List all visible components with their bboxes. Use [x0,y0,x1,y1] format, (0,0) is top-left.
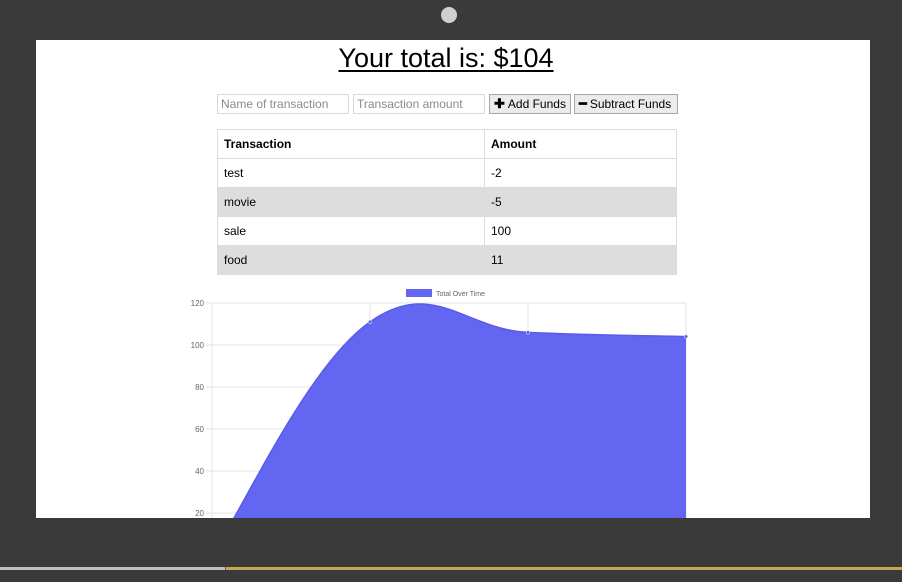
data-point [525,330,531,335]
column-header-transaction: Transaction [217,129,485,159]
table-row: test -2 [217,158,677,188]
progress-bar [0,567,902,570]
y-tick-label: 100 [191,341,205,350]
data-point [367,319,373,324]
column-header-amount: Amount [484,129,677,159]
transaction-name-cell: movie [217,187,485,217]
total-title: Your total is: $104 [338,43,554,73]
y-tick-label: 120 [191,299,205,308]
y-tick-label: 40 [195,467,204,476]
transaction-name-input[interactable] [217,94,349,114]
y-tick-label: 20 [195,509,204,518]
subtract-funds-label: Subtract Funds [589,97,672,111]
add-funds-label: Add Funds [507,97,566,111]
progress-fill [225,567,902,570]
progress-track-light [0,567,225,570]
legend-swatch [406,289,432,297]
total-over-time-chart: 20 40 60 80 100 120 Total Over Time [191,289,689,518]
table-row: food 11 [217,245,677,275]
table-header-row: Transaction Amount [217,129,677,159]
transaction-name-cell: food [217,245,485,275]
y-tick-label: 60 [195,425,204,434]
transaction-amount-cell: -2 [484,158,677,188]
transaction-amount-cell: 11 [484,245,677,275]
add-funds-button[interactable]: ✚ Add Funds [489,94,571,114]
y-tick-label: 80 [195,383,204,392]
data-point [683,334,689,339]
transaction-name-cell: test [217,158,485,188]
transaction-amount-input[interactable] [353,94,485,114]
transaction-amount-cell: -5 [484,187,677,217]
transactions-table: Transaction Amount test -2 movie -5 sale… [217,129,677,275]
transaction-name-cell: sale [217,216,485,246]
table-row: movie -5 [217,187,677,217]
table-row: sale 100 [217,216,677,246]
minus-icon: ━ [579,96,587,111]
plus-icon: ✚ [494,96,505,111]
transaction-amount-cell: 100 [484,216,677,246]
camera-dot [441,7,457,23]
legend-label: Total Over Time [436,291,485,298]
app-screen: Your total is: $104 ✚ Add Funds ━ Subtra… [36,40,870,518]
subtract-funds-button[interactable]: ━ Subtract Funds [574,94,678,114]
series-area [233,304,686,518]
